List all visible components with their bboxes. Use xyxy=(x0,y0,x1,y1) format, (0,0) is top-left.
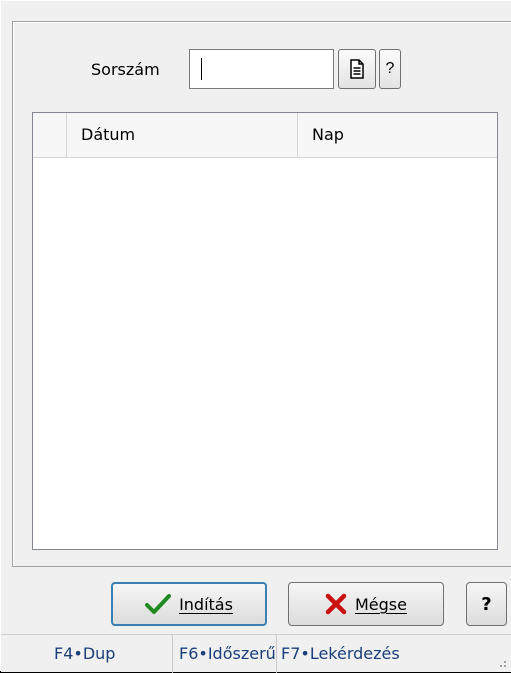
date-table: Dátum Nap xyxy=(32,112,498,550)
status-bar: F4•Dup F6•Időszerűsít F7•Lekérdezés xyxy=(1,634,511,673)
field-help-label: ? xyxy=(385,60,395,77)
sorszam-input[interactable] xyxy=(189,49,334,89)
document-icon xyxy=(350,59,364,79)
status-item-f4-dup[interactable]: F4•Dup xyxy=(46,635,173,673)
help-button[interactable]: ? xyxy=(466,582,507,626)
x-icon xyxy=(325,593,347,615)
status-item-f7-query[interactable]: F7•Lekérdezés xyxy=(277,635,492,673)
table-header: Dátum Nap xyxy=(33,113,497,158)
cancel-label: Mégse xyxy=(355,594,407,614)
field-help-button[interactable]: ? xyxy=(379,49,401,89)
dialog-window: Sorszám ? Dátum Nap Indítás Mégse ? F4•D… xyxy=(0,0,511,673)
cancel-button[interactable]: Mégse xyxy=(288,582,444,626)
checkmark-icon xyxy=(145,594,172,614)
text-caret xyxy=(201,58,202,80)
column-header-nap[interactable]: Nap xyxy=(298,113,497,157)
status-item-f6-refresh[interactable]: F6•Időszerűsít xyxy=(173,635,277,673)
start-label: Indítás xyxy=(179,594,233,614)
table-body[interactable] xyxy=(33,158,497,549)
start-button[interactable]: Indítás xyxy=(111,582,267,626)
document-picker-button[interactable] xyxy=(338,49,376,89)
resize-grip-icon[interactable] xyxy=(494,655,508,669)
help-label: ? xyxy=(481,593,492,615)
column-header-datum[interactable]: Dátum xyxy=(67,113,298,157)
row-selector-header[interactable] xyxy=(33,113,67,157)
sorszam-label: Sorszám xyxy=(91,60,160,79)
